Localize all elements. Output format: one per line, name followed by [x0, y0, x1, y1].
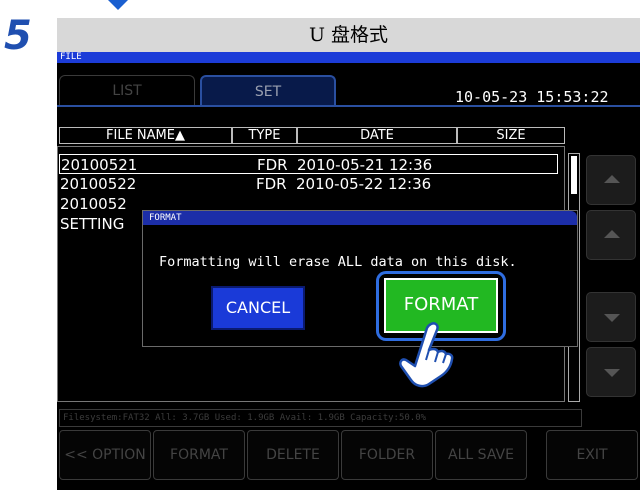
dialog-message: Formatting will erase ALL data on this d…: [159, 254, 517, 270]
all-save-button[interactable]: ALL SAVE: [435, 430, 527, 480]
file-date: 2010-05-22 12:36: [296, 175, 432, 193]
triangle-down-icon: [604, 369, 620, 377]
folder-button[interactable]: FOLDER: [341, 430, 433, 480]
filesystem-status: Filesystem:FAT32 All: 3.7GB Used: 1.9GB …: [59, 409, 582, 427]
page-up-button[interactable]: [586, 155, 636, 205]
tab-divider: [57, 105, 640, 107]
file-name: 2010052: [60, 195, 127, 213]
file-date: 2010-05-21 12:36: [297, 156, 433, 174]
page-down-button[interactable]: [586, 347, 636, 397]
file-name: 20100521: [61, 156, 138, 174]
column-header-date[interactable]: DATE: [297, 127, 457, 144]
triangle-up-icon: [604, 175, 620, 183]
hand-pointer-icon: [399, 322, 454, 388]
delete-button[interactable]: DELETE: [247, 430, 339, 480]
dialog-title: FORMAT: [143, 211, 577, 225]
scrollbar-thumb[interactable]: [571, 156, 577, 194]
file-type: FDR: [257, 156, 288, 174]
scroll-up-button[interactable]: [586, 210, 636, 260]
cancel-button[interactable]: CANCEL: [211, 286, 305, 330]
table-row[interactable]: 20100521 FDR 2010-05-21 12:36: [59, 154, 558, 174]
clock: 10-05-23 15:53:22: [455, 88, 609, 106]
format-dialog: FORMAT Formatting will erase ALL data on…: [142, 210, 578, 347]
column-header-file-name[interactable]: FILE NAME▲: [59, 127, 232, 144]
step-number: 5: [4, 13, 32, 59]
table-row[interactable]: 20100522 FDR 2010-05-22 12:36: [59, 174, 558, 194]
column-header-type[interactable]: TYPE: [232, 127, 297, 144]
mode-label: FILE: [57, 52, 640, 63]
file-name: SETTING: [60, 215, 125, 233]
down-arrow-icon: [108, 0, 128, 10]
column-header-size[interactable]: SIZE: [457, 127, 565, 144]
tab-set[interactable]: SET: [200, 75, 336, 105]
triangle-down-icon: [604, 314, 620, 322]
format-menu-button[interactable]: FORMAT: [153, 430, 245, 480]
step-title: U 盘格式: [57, 18, 640, 52]
option-button[interactable]: << OPTION: [59, 430, 151, 480]
tab-list[interactable]: LIST: [59, 75, 195, 105]
file-type: FDR: [256, 175, 287, 193]
file-name: 20100522: [60, 175, 137, 193]
exit-button[interactable]: EXIT: [546, 430, 638, 480]
triangle-up-icon: [604, 230, 620, 238]
scroll-down-button[interactable]: [586, 292, 636, 342]
